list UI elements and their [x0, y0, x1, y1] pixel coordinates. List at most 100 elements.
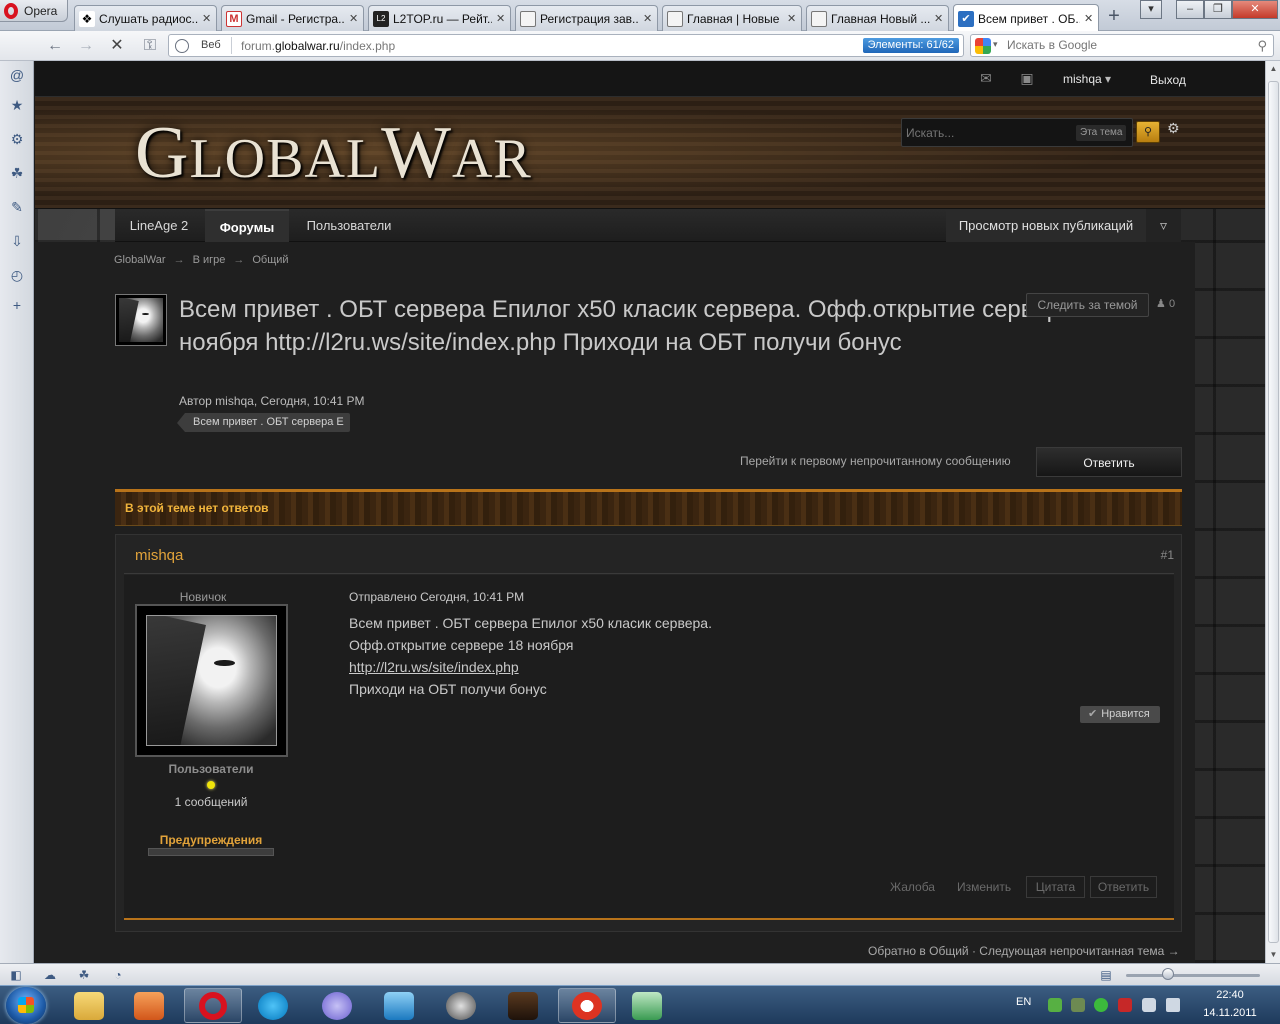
- clock-date[interactable]: 14.11.2011: [1195, 1007, 1265, 1019]
- zoom-slider-track[interactable]: [1126, 974, 1260, 977]
- follow-topic-button[interactable]: Следить за темой: [1026, 293, 1149, 317]
- taskbar-media-player[interactable]: [120, 988, 178, 1023]
- address-field[interactable]: Веб forum.globalwar.ru/index.php Элемент…: [168, 34, 964, 57]
- zoom-slider-thumb[interactable]: [1162, 968, 1174, 980]
- close-tab-icon[interactable]: ✕: [1084, 12, 1094, 25]
- tab-lineage2[interactable]: LineAge 2: [115, 209, 203, 242]
- start-button[interactable]: [6, 987, 46, 1024]
- taskbar-skype[interactable]: [244, 988, 302, 1023]
- google-search-input[interactable]: [1007, 38, 1237, 52]
- advanced-search-gear-icon[interactable]: ⚙: [1167, 120, 1183, 136]
- user-menu[interactable]: mishqa: [1063, 72, 1111, 86]
- elements-badge[interactable]: Элементы: 61/62: [862, 38, 959, 53]
- window-close-button[interactable]: ✕: [1232, 0, 1278, 19]
- site-logo[interactable]: GLOBALWAR: [135, 111, 532, 196]
- scroll-up-arrow-icon[interactable]: ▲: [1266, 61, 1280, 77]
- breadcrumb-item[interactable]: Общий: [252, 254, 288, 266]
- close-tab-icon[interactable]: ✕: [643, 12, 653, 25]
- first-unread-link[interactable]: Перейти к первому непрочитанному сообщен…: [740, 454, 1011, 468]
- mail-icon[interactable]: @: [8, 66, 26, 84]
- add-panel-icon[interactable]: +: [8, 296, 26, 314]
- volume-icon[interactable]: [1166, 998, 1180, 1012]
- restore-button[interactable]: ❐: [1204, 0, 1232, 19]
- search-scope-button[interactable]: Эта тема: [1076, 125, 1127, 141]
- forum-search-input[interactable]: [906, 124, 1066, 142]
- forum-search-button[interactable]: ⚲: [1136, 121, 1160, 143]
- followers-count[interactable]: ♟ 0: [1156, 297, 1175, 310]
- close-tab-icon[interactable]: ✕: [496, 12, 506, 25]
- taskbar-opera[interactable]: [184, 988, 242, 1023]
- notifications-icon[interactable]: ▣: [1018, 70, 1036, 86]
- taskbar-app-plus[interactable]: [558, 988, 616, 1023]
- breadcrumb-item[interactable]: В игре: [193, 254, 226, 266]
- panel-toggle-icon[interactable]: ◧: [8, 967, 24, 983]
- report-link[interactable]: Жалоба: [890, 880, 935, 894]
- browser-tab[interactable]: ❖ Слушать радиос... ✕: [74, 5, 217, 31]
- google-search-field[interactable]: ▾ ⚲: [970, 34, 1274, 57]
- close-tab-icon[interactable]: ✕: [349, 12, 359, 25]
- search-icon[interactable]: ⚲: [1257, 38, 1267, 54]
- post-author[interactable]: mishqa: [135, 547, 183, 564]
- post-number[interactable]: #1: [1161, 548, 1174, 562]
- shield-icon[interactable]: [1094, 998, 1108, 1012]
- post-link[interactable]: http://l2ru.ws/site/index.php: [349, 659, 519, 675]
- tab-users[interactable]: Пользователи: [293, 209, 405, 242]
- unite-status-icon[interactable]: ☘: [76, 967, 92, 983]
- history-icon[interactable]: ◴: [8, 266, 26, 284]
- forward-button[interactable]: →: [75, 36, 97, 56]
- tab-menu-button[interactable]: ▾: [1140, 0, 1162, 19]
- turbo-icon[interactable]: ☁: [42, 967, 58, 983]
- reply-button[interactable]: Ответить: [1036, 447, 1182, 477]
- page-scrollbar[interactable]: ▲ ▼: [1265, 61, 1280, 963]
- language-indicator[interactable]: EN: [1016, 996, 1031, 1008]
- next-unread-topic-link[interactable]: Следующая непрочитанная тема →: [979, 944, 1179, 958]
- notes-icon[interactable]: ✎: [8, 198, 26, 216]
- browser-tab[interactable]: Главная Новый ... ✕: [806, 5, 949, 31]
- tray-icon[interactable]: [1071, 998, 1085, 1012]
- taskbar-app-disc[interactable]: [308, 988, 366, 1023]
- clock-time[interactable]: 22:40: [1205, 989, 1255, 1001]
- browser-tab[interactable]: L2 L2TOP.ru — Рейт... ✕: [368, 5, 511, 31]
- taskbar-app-install[interactable]: [618, 988, 676, 1023]
- google-icon[interactable]: [975, 38, 991, 54]
- topic-tag[interactable]: Всем привет . ОБТ сервера Е: [177, 413, 350, 432]
- settings-icon[interactable]: ⚙: [8, 130, 26, 148]
- location-pin-icon[interactable]: ▿: [1146, 209, 1181, 242]
- messages-icon[interactable]: ✉: [977, 70, 995, 86]
- close-tab-icon[interactable]: ✕: [787, 12, 797, 25]
- back-button[interactable]: ←: [44, 36, 66, 56]
- browser-tab[interactable]: Главная | Новые ... ✕: [662, 5, 802, 31]
- taskbar-explorer[interactable]: [60, 988, 118, 1023]
- breadcrumb-item[interactable]: GlobalWar: [114, 254, 166, 266]
- opera-menu-button[interactable]: Opera: [0, 0, 68, 22]
- page-view-icon[interactable]: ▤: [1098, 967, 1114, 983]
- post-reply-button[interactable]: Ответить: [1090, 876, 1157, 898]
- close-tab-icon[interactable]: ✕: [202, 12, 212, 25]
- new-tab-button[interactable]: +: [1104, 6, 1124, 27]
- quote-button[interactable]: Цитата: [1026, 876, 1085, 898]
- search-engine-dropdown-icon[interactable]: ▾: [993, 39, 998, 50]
- scrollbar-thumb[interactable]: [1268, 81, 1279, 943]
- like-button[interactable]: ✔ Нравится: [1080, 706, 1160, 723]
- display-icon[interactable]: [1142, 998, 1156, 1012]
- downloads-icon[interactable]: ⇩: [8, 232, 26, 250]
- tray-icon[interactable]: [1048, 998, 1062, 1012]
- tab-forums[interactable]: Форумы: [205, 209, 289, 242]
- browser-tab-active[interactable]: ✔ Всем привет . ОБ... ✕: [953, 4, 1099, 32]
- bookmarks-icon[interactable]: ★: [8, 96, 26, 114]
- stop-button[interactable]: ✕: [106, 36, 128, 56]
- taskbar-app-c[interactable]: [370, 988, 428, 1023]
- logout-link[interactable]: Выход: [1150, 73, 1186, 87]
- post-author-avatar[interactable]: [135, 604, 288, 757]
- scroll-down-arrow-icon[interactable]: ▼: [1266, 947, 1280, 963]
- address-url[interactable]: forum.globalwar.ru/index.php: [241, 39, 395, 53]
- speed-icon[interactable]: ◔: [110, 967, 126, 983]
- topic-author-avatar[interactable]: [115, 294, 167, 346]
- close-tab-icon[interactable]: ✕: [934, 12, 944, 25]
- taskbar-lineage2[interactable]: [494, 988, 552, 1023]
- unite-icon[interactable]: ☘: [8, 164, 26, 182]
- network-warning-icon[interactable]: [1118, 998, 1132, 1012]
- taskbar-app-headset[interactable]: [432, 988, 490, 1023]
- minimize-button[interactable]: –: [1176, 0, 1204, 19]
- browser-tab[interactable]: Регистрация зав... ✕: [515, 5, 658, 31]
